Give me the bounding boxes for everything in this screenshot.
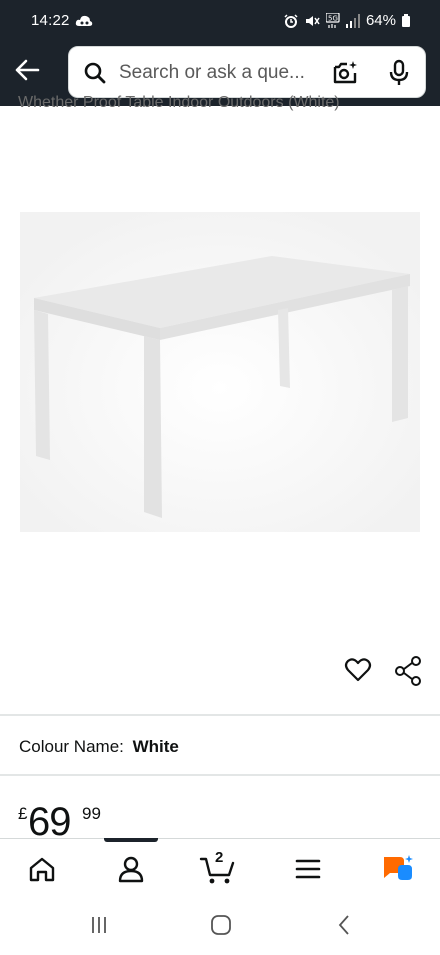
search-bar[interactable] xyxy=(68,46,426,98)
recent-apps-button[interactable] xyxy=(85,912,113,938)
home-circle-icon xyxy=(211,915,231,935)
battery-icon xyxy=(402,14,410,27)
home-button[interactable] xyxy=(207,912,235,938)
status-time: 14:22 xyxy=(31,12,70,29)
nav-menu[interactable] xyxy=(290,853,326,885)
status-bar: 14:22 5G 64% xyxy=(0,0,440,44)
colour-value: White xyxy=(132,737,179,756)
mute-icon xyxy=(305,15,320,26)
menu-icon xyxy=(295,859,321,879)
bottom-nav: 2 xyxy=(0,838,440,896)
account-icon xyxy=(118,856,144,883)
network-5g-icon: 5G xyxy=(325,12,340,28)
chevron-left-icon xyxy=(338,915,349,935)
nav-account[interactable] xyxy=(113,853,149,885)
colour-label: Colour Name: xyxy=(19,737,124,756)
back-button[interactable] xyxy=(10,56,44,84)
search-input[interactable] xyxy=(119,59,319,87)
recent-apps-icon xyxy=(92,917,106,933)
cart-count: 2 xyxy=(215,849,224,866)
cloud-icon xyxy=(75,15,93,26)
nav-home[interactable] xyxy=(24,853,60,885)
microphone-icon[interactable] xyxy=(387,59,411,87)
product-image[interactable] xyxy=(20,212,420,532)
active-tab-indicator xyxy=(104,838,158,842)
divider xyxy=(0,714,440,716)
price-currency: £ xyxy=(18,804,28,823)
home-icon xyxy=(29,857,55,882)
nav-assistant[interactable] xyxy=(380,853,416,885)
top-bar: 14:22 5G 64% Search or ask a que... xyxy=(0,0,440,106)
svg-text:5G: 5G xyxy=(328,14,338,22)
nav-cart[interactable]: 2 xyxy=(198,849,238,885)
search-icon xyxy=(84,62,106,84)
battery-percent: 64% xyxy=(365,12,396,29)
colour-name-row: Colour Name: White xyxy=(19,737,179,757)
camera-sparkle-icon[interactable] xyxy=(331,59,359,87)
rufus-assistant-icon xyxy=(384,855,413,880)
arrow-left-icon xyxy=(15,59,40,81)
status-icons: 5G 64% xyxy=(284,12,410,29)
product-title: Whether Proof Table Indoor Outdoors (Whi… xyxy=(18,94,340,111)
alarm-icon xyxy=(284,13,298,28)
system-back-button[interactable] xyxy=(330,912,358,938)
system-nav-bar xyxy=(0,896,440,955)
price-fraction: 99 xyxy=(82,804,101,823)
signal-icon xyxy=(345,13,360,28)
share-icon[interactable] xyxy=(394,656,422,691)
divider xyxy=(0,774,440,776)
favorite-heart-icon[interactable] xyxy=(344,656,372,689)
